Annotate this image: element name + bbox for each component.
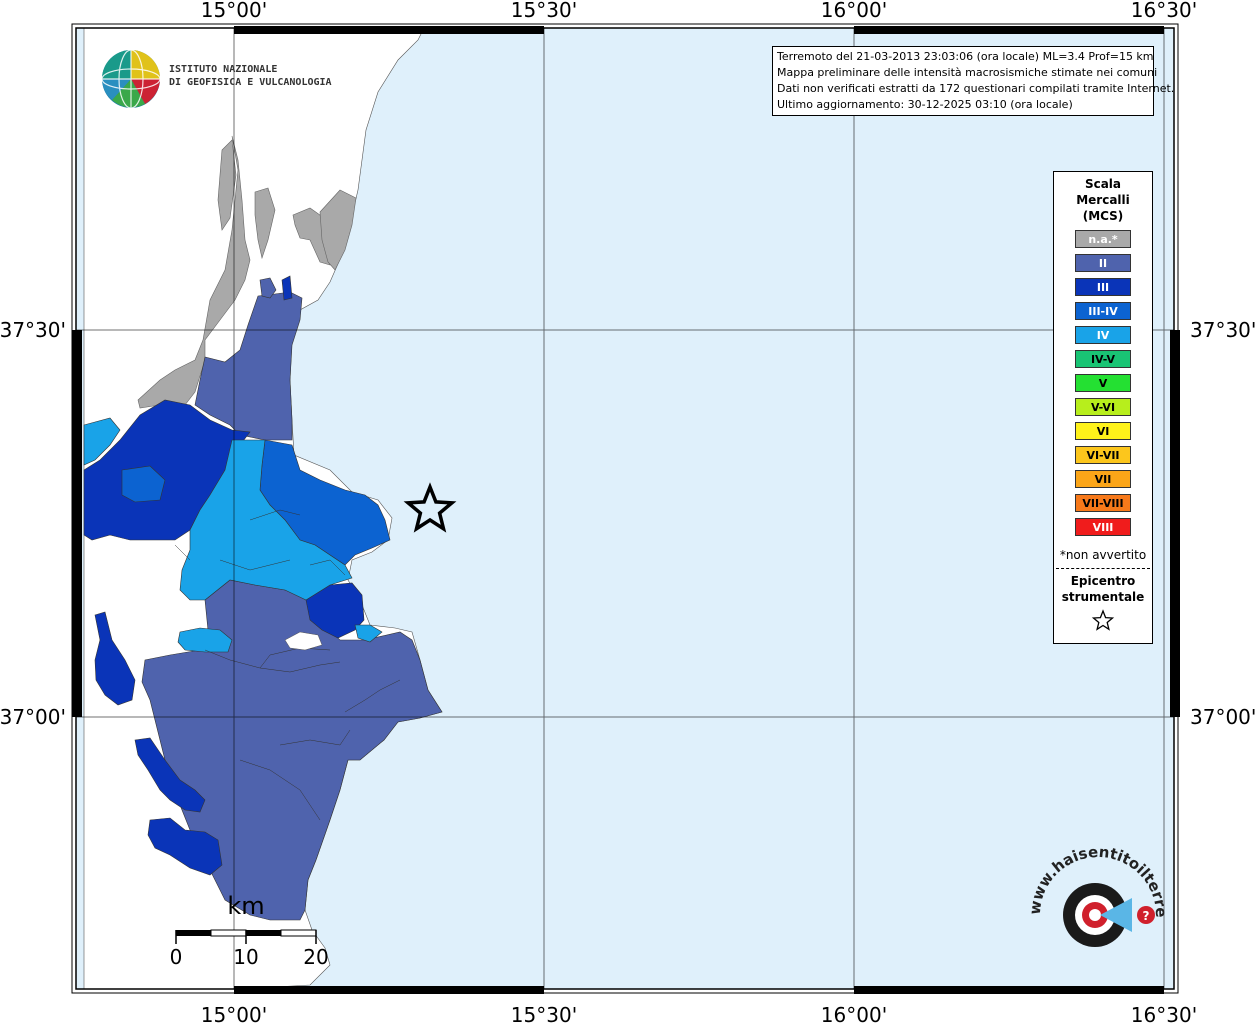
- legend-swatch: II: [1075, 254, 1131, 272]
- globe-icon: [101, 49, 161, 109]
- scale-label: 20: [303, 945, 328, 969]
- legend-epicenter-line: strumentale: [1061, 590, 1145, 604]
- ingv-logo: [100, 48, 162, 115]
- legend-title-line: Mercalli: [1076, 193, 1130, 207]
- scale-label: 10: [233, 945, 258, 969]
- scale-unit: km: [227, 892, 264, 920]
- lat-label: 37°00': [1190, 705, 1255, 729]
- info-line: Terremoto del 21-03-2013 23:03:06 (ora l…: [777, 50, 1154, 63]
- info-line: Mappa preliminare delle intensità macros…: [777, 66, 1158, 79]
- legend-swatch: VII: [1075, 470, 1131, 488]
- svg-text:?: ?: [1143, 909, 1150, 923]
- lon-labels-bottom: 15°00' 15°30' 16°00' 16°30': [201, 1003, 1197, 1024]
- info-line: Dati non verificati estratti da 172 ques…: [777, 82, 1175, 95]
- legend-epicenter-line: Epicentro: [1070, 574, 1136, 588]
- scale-label: 0: [170, 945, 183, 969]
- legend-swatch: V-VI: [1075, 398, 1131, 416]
- legend-swatch: IV-V: [1075, 350, 1131, 368]
- legend-swatch: V: [1075, 374, 1131, 392]
- event-info-box: Terremoto del 21-03-2013 23:03:06 (ora l…: [772, 46, 1175, 116]
- legend-title-line: Scala: [1084, 177, 1122, 191]
- lon-label: 15°30': [511, 0, 577, 22]
- legend-title: Scala Mercalli (MCS): [1054, 176, 1152, 224]
- legend-epicenter-label: Epicentro strumentale: [1054, 573, 1152, 605]
- lat-labels-right: 37°30' 37°00': [1190, 318, 1255, 729]
- legend-swatch: n.a.*: [1075, 230, 1131, 248]
- lat-labels-left: 37°30' 37°00': [0, 318, 66, 729]
- star-icon: [1091, 609, 1115, 631]
- legend-items: n.a.* II III III-IV IV IV-V V V-VI VI VI-VII VII VI…: [1054, 230, 1152, 536]
- legend-note: *non avvertito: [1059, 548, 1147, 562]
- lon-label: 16°30': [1131, 1003, 1197, 1024]
- lat-label: 37°30': [0, 318, 66, 342]
- org-line: DI GEOFISICA E VULCANOLOGIA: [169, 77, 332, 88]
- legend-swatch: III: [1075, 278, 1131, 296]
- info-line: Ultimo aggiornamento: 30-12-2025 03:10 (…: [777, 98, 1073, 111]
- legend-swatch: IV: [1075, 326, 1131, 344]
- lon-label: 16°00': [821, 1003, 887, 1024]
- legend-swatch: III-IV: [1075, 302, 1131, 320]
- lat-label: 37°00': [0, 705, 66, 729]
- legend-swatch: VI-VII: [1075, 446, 1131, 464]
- lon-label: 15°00': [201, 1003, 267, 1024]
- org-line: ISTITUTO NAZIONALE: [169, 64, 278, 75]
- legend-swatch: VII-VIII: [1075, 494, 1131, 512]
- org-name: ISTITUTO NAZIONALE DI GEOFISICA E VULCAN…: [169, 63, 332, 89]
- lon-label: 16°30': [1131, 0, 1197, 22]
- lat-label: 37°30': [1190, 318, 1255, 342]
- legend-title-line: (MCS): [1082, 209, 1124, 223]
- legend-divider: [1056, 568, 1150, 569]
- lon-label: 15°30': [511, 1003, 577, 1024]
- lon-label: 16°00': [821, 0, 887, 22]
- lon-labels-top: 15°00' 15°30' 16°00' 16°30': [201, 0, 1197, 22]
- lon-label: 15°00': [201, 0, 267, 22]
- legend: Scala Mercalli (MCS) n.a.* II III III-IV IV I…: [1053, 171, 1153, 644]
- legend-swatch: VI: [1075, 422, 1131, 440]
- legend-swatch: VIII: [1075, 518, 1131, 536]
